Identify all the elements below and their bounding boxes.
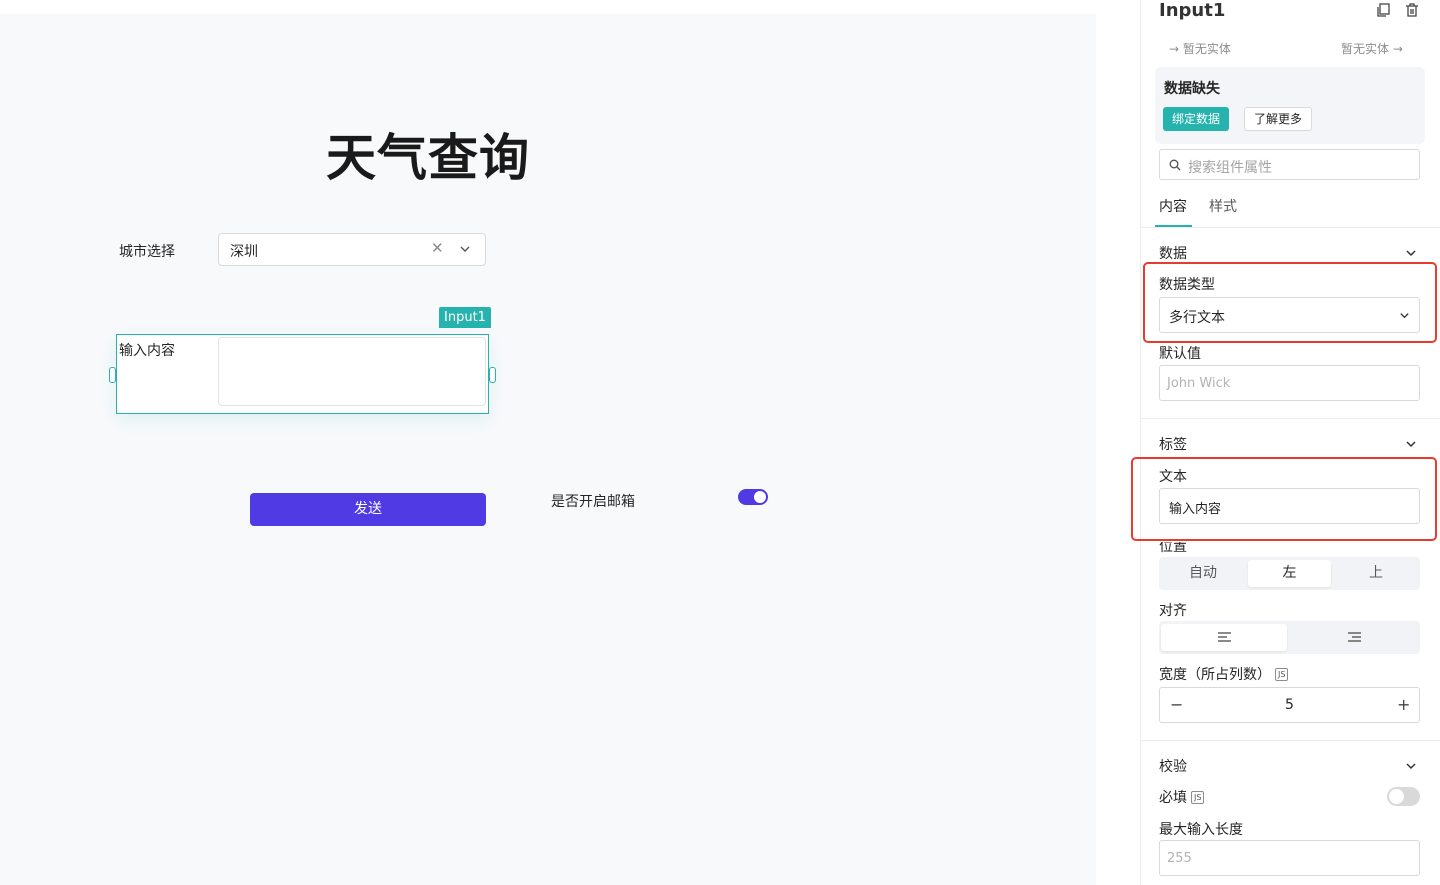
js-badge[interactable]: JS: [1191, 791, 1205, 804]
entity-right-text: 暂无实体: [1341, 42, 1390, 56]
section-data-title[interactable]: 数据: [1159, 243, 1187, 263]
component-name: Input1: [1159, 0, 1226, 21]
input-label: 输入内容: [119, 343, 175, 359]
position-segmented: 自动 左 上: [1159, 557, 1420, 590]
clear-icon[interactable]: ✕: [431, 239, 444, 257]
default-value-placeholder: John Wick: [1167, 376, 1231, 391]
divider: [1141, 418, 1440, 419]
search-icon: [1169, 159, 1181, 171]
label-text-label: 文本: [1159, 469, 1187, 485]
entity-left-text: 暂无实体: [1182, 42, 1231, 56]
properties-panel: Input1 → 暂无实体 暂无实体 → 数据缺失 绑定数据 了解更多 搜索组件…: [1131, 0, 1440, 885]
data-missing-card: 数据缺失 绑定数据 了解更多: [1155, 67, 1425, 144]
toggle-knob: [1389, 789, 1404, 804]
copy-icon[interactable]: [1375, 2, 1391, 18]
arrow-right-icon: →: [1169, 42, 1183, 56]
chevron-down-icon[interactable]: [1405, 438, 1417, 450]
tab-content[interactable]: 内容: [1159, 196, 1187, 216]
position-option-auto[interactable]: 自动: [1162, 560, 1244, 587]
page-title: 天气查询: [326, 129, 530, 187]
max-length-placeholder: 255: [1167, 851, 1192, 866]
align-label: 对齐: [1159, 603, 1187, 619]
width-stepper[interactable]: − 5 +: [1159, 687, 1420, 723]
position-option-top[interactable]: 上: [1335, 560, 1417, 587]
max-length-label: 最大输入长度: [1159, 822, 1243, 838]
required-label: 必填 JS: [1159, 787, 1205, 807]
property-search-input[interactable]: 搜索组件属性: [1159, 149, 1420, 180]
data-type-label: 数据类型: [1159, 277, 1215, 293]
max-length-input[interactable]: 255: [1159, 840, 1420, 876]
width-value: 5: [1285, 697, 1294, 713]
align-left-icon: [1217, 632, 1231, 642]
search-placeholder: 搜索组件属性: [1188, 160, 1272, 176]
divider: [1141, 740, 1440, 741]
label-text-value: 输入内容: [1169, 502, 1222, 517]
default-value-input[interactable]: John Wick: [1159, 365, 1420, 401]
tab-style[interactable]: 样式: [1209, 196, 1237, 216]
app-root: 天气查询 城市选择 深圳 ✕ Input1 输入内容 发送 是否开启邮箱 Inp…: [0, 0, 1440, 885]
entity-right[interactable]: 暂无实体 →: [1341, 40, 1403, 57]
toggle-knob: [754, 491, 766, 503]
js-badge[interactable]: JS: [1275, 668, 1289, 681]
align-right-option[interactable]: [1291, 624, 1418, 651]
resize-handle-left[interactable]: [109, 367, 116, 383]
width-label-text: 宽度（所占列数）: [1159, 667, 1271, 683]
city-select-value: 深圳: [230, 244, 258, 260]
email-label: 是否开启邮箱: [551, 494, 635, 510]
delete-icon[interactable]: [1404, 2, 1420, 18]
missing-title: 数据缺失: [1164, 81, 1220, 97]
required-label-text: 必填: [1159, 790, 1187, 806]
resize-handle-right[interactable]: [489, 367, 496, 383]
data-type-select[interactable]: 多行文本: [1159, 297, 1420, 333]
align-left-option[interactable]: [1161, 624, 1287, 651]
chevron-down-icon[interactable]: [1405, 247, 1417, 259]
align-segmented: [1159, 621, 1420, 654]
data-type-value: 多行文本: [1169, 310, 1225, 326]
position-option-left[interactable]: 左: [1248, 560, 1331, 587]
email-toggle[interactable]: [738, 489, 768, 505]
selected-component-tag[interactable]: Input1: [439, 307, 491, 328]
city-label: 城市选择: [119, 244, 175, 260]
bind-data-button[interactable]: 绑定数据: [1163, 107, 1230, 131]
label-text-input[interactable]: 输入内容: [1159, 488, 1420, 524]
section-validation-title[interactable]: 校验: [1159, 756, 1187, 776]
city-select[interactable]: 深圳 ✕: [218, 233, 486, 266]
send-button[interactable]: 发送: [250, 493, 486, 526]
chevron-down-icon[interactable]: [1405, 760, 1417, 772]
arrow-right-icon: →: [1389, 42, 1403, 56]
entity-left[interactable]: → 暂无实体: [1169, 40, 1231, 57]
learn-more-button[interactable]: 了解更多: [1244, 107, 1313, 131]
align-right-icon: [1348, 632, 1361, 642]
minus-icon[interactable]: −: [1170, 695, 1183, 714]
chevron-down-icon[interactable]: [459, 243, 471, 255]
design-canvas[interactable]: 天气查询 城市选择 深圳 ✕ Input1 输入内容 发送 是否开启邮箱: [0, 14, 1096, 885]
plus-icon[interactable]: +: [1397, 695, 1410, 714]
chevron-down-icon: [1400, 313, 1409, 319]
section-label-title[interactable]: 标签: [1159, 434, 1187, 454]
content-textarea[interactable]: [218, 337, 486, 406]
default-value-label: 默认值: [1159, 346, 1201, 362]
divider: [1141, 227, 1440, 228]
width-label: 宽度（所占列数） JS: [1159, 664, 1289, 684]
required-toggle[interactable]: [1387, 787, 1420, 806]
